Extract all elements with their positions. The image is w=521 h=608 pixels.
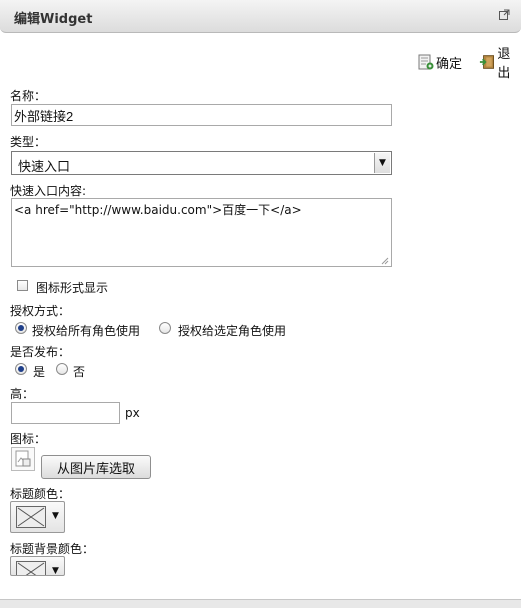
auth-option-selected: 授权给选定角色使用 <box>178 324 287 338</box>
type-select-value: 快速入口 <box>18 160 71 175</box>
chevron-down-icon: ▼ <box>52 566 59 576</box>
no-color-swatch-icon <box>16 561 46 575</box>
name-input[interactable] <box>11 104 392 126</box>
icon-display-label: 图标形式显示 <box>36 281 109 295</box>
icon-display-checkbox[interactable] <box>17 280 28 291</box>
exit-door-icon <box>479 55 494 69</box>
icon-preview <box>11 447 35 471</box>
no-color-swatch-icon <box>16 506 46 528</box>
icon-label: 图标： <box>10 432 47 446</box>
name-label: 名称： <box>10 89 47 103</box>
pick-from-library-button[interactable]: 从图片库选取 <box>41 455 151 479</box>
type-select[interactable]: 快速入口 ▼ <box>11 151 392 175</box>
window-footer <box>0 599 521 608</box>
publish-label: 是否发布： <box>10 345 71 359</box>
content-label: 快速入口内容: <box>10 184 87 198</box>
window-title: 编辑Widget <box>14 12 93 27</box>
auth-radio-selected[interactable] <box>159 322 171 334</box>
exit-button[interactable]: 退出 <box>479 47 521 81</box>
exit-label: 退出 <box>497 47 511 81</box>
publish-radio-yes[interactable] <box>15 363 27 375</box>
auth-option-all: 授权给所有角色使用 <box>32 324 141 338</box>
window-titlebar: 编辑Widget <box>0 0 521 33</box>
image-placeholder-icon <box>15 450 31 467</box>
type-label: 类型： <box>10 135 47 149</box>
title-bg-color-label: 标题背景颜色： <box>10 542 95 556</box>
publish-option-no: 否 <box>73 365 86 379</box>
chevron-down-icon: ▼ <box>52 511 59 521</box>
chevron-down-icon[interactable]: ▼ <box>374 153 390 173</box>
height-unit: px <box>125 406 140 420</box>
content-textarea[interactable]: <a href="http://www.baidu.com">百度一下</a> <box>11 198 392 267</box>
toolbar: 确定 退出 <box>0 47 521 81</box>
height-input[interactable] <box>11 402 120 424</box>
auth-radio-all[interactable] <box>15 322 27 334</box>
resize-grip-icon[interactable] <box>380 256 389 265</box>
confirm-button[interactable]: 确定 <box>418 52 462 72</box>
height-label: 高： <box>10 387 35 401</box>
publish-radio-no[interactable] <box>56 363 68 375</box>
save-icon <box>418 54 434 70</box>
title-color-label: 标题颜色： <box>10 487 71 501</box>
title-bg-color-picker[interactable]: ▼ <box>10 556 65 576</box>
confirm-label: 确定 <box>436 56 463 72</box>
popout-icon[interactable] <box>499 9 511 21</box>
auth-label: 授权方式： <box>10 304 71 318</box>
title-color-picker[interactable]: ▼ <box>10 501 65 533</box>
publish-option-yes: 是 <box>33 365 46 379</box>
